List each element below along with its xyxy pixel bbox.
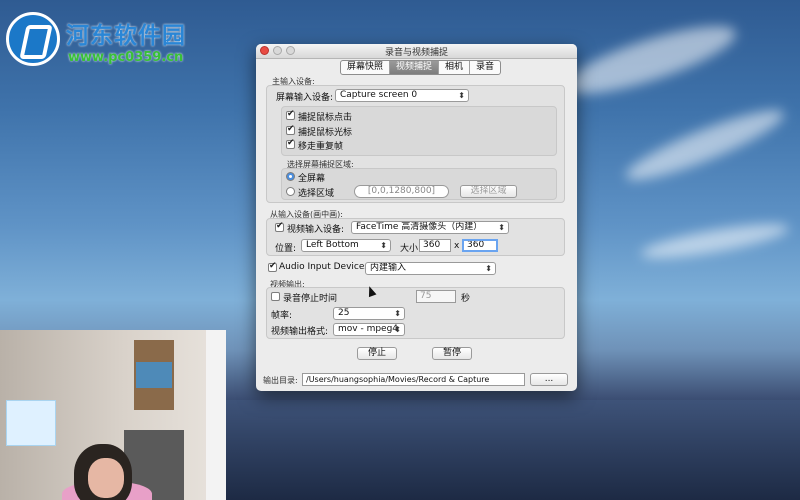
tab-audio[interactable]: 录音 bbox=[470, 61, 500, 74]
tab-screenshot[interactable]: 屏幕快照 bbox=[341, 61, 391, 74]
updown-arrow-icon: ⬍ bbox=[498, 223, 505, 232]
position-select[interactable]: Left Bottom ⬍ bbox=[301, 239, 391, 252]
cloud bbox=[639, 217, 791, 265]
tab-camera[interactable]: 相机 bbox=[439, 61, 471, 74]
area-coordinates-field[interactable]: [0,0,1280,800] bbox=[354, 185, 449, 198]
fps-select[interactable]: 25 ⬍ bbox=[333, 307, 405, 320]
capture-area-group: 全屏幕 选择区域 [0,0,1280,800] 选择区域 bbox=[281, 168, 557, 200]
capture-cursor-checkbox[interactable] bbox=[286, 124, 295, 135]
stop-button[interactable]: 停止 bbox=[357, 347, 397, 360]
audio-input-label: Audio Input Devices: bbox=[279, 262, 373, 272]
screen-device-select[interactable]: Capture screen 0 ⬍ bbox=[335, 89, 469, 102]
output-format-select[interactable]: mov - mpeg4 ⬍ bbox=[333, 323, 405, 336]
output-directory-field[interactable]: /Users/huangsophia/Movies/Record & Captu… bbox=[302, 373, 525, 386]
main-input-group: 屏幕输入设备: Capture screen 0⬍ 捕捉鼠标点击 捕捉鼠标光标 … bbox=[266, 85, 565, 203]
width-field[interactable]: 360 bbox=[419, 239, 451, 252]
updown-arrow-icon: ⬍ bbox=[394, 325, 401, 334]
capture-options-group: 捕捉鼠标点击 捕捉鼠标光标 移走重复帧 bbox=[281, 106, 557, 156]
tab-video-capture[interactable]: 视频捕捉 bbox=[390, 61, 440, 74]
select-area-button[interactable]: 选择区域 bbox=[460, 185, 517, 198]
times-sign: x bbox=[454, 241, 460, 251]
remove-duplicate-frames-label: 移走重复帧 bbox=[298, 142, 344, 152]
cloud bbox=[558, 13, 742, 107]
pause-button[interactable]: 暂停 bbox=[432, 347, 472, 360]
updown-arrow-icon: ⬍ bbox=[458, 91, 465, 100]
watermark-logo-icon bbox=[6, 12, 60, 66]
output-directory-label: 输出目录: bbox=[263, 376, 298, 385]
secondary-input-group: 视频输入设备: FaceTime 高清摄像头（内建）⬍ 位置: Left Bot… bbox=[266, 218, 565, 256]
video-device-label: 视频输入设备: bbox=[287, 225, 345, 235]
remove-duplicate-frames-checkbox[interactable] bbox=[286, 138, 295, 149]
stop-timer-checkbox[interactable] bbox=[271, 292, 280, 301]
fps-label: 帧率: bbox=[271, 311, 293, 321]
audio-input-select[interactable]: 内建输入 ⬍ bbox=[365, 262, 496, 275]
updown-arrow-icon: ⬍ bbox=[394, 309, 401, 318]
fullscreen-radio[interactable] bbox=[286, 172, 295, 181]
updown-arrow-icon: ⬍ bbox=[380, 241, 387, 250]
screen-device-label: 屏幕输入设备: bbox=[276, 93, 334, 103]
stop-timer-unit: 秒 bbox=[461, 294, 471, 304]
watermark: 河东软件园 www.pc0359.cn bbox=[6, 10, 226, 70]
title-bar[interactable]: 录音与视频捕捉 bbox=[256, 44, 577, 59]
watermark-url: www.pc0359.cn bbox=[68, 50, 184, 65]
capture-cursor-label: 捕捉鼠标光标 bbox=[298, 128, 353, 138]
select-area-radio[interactable] bbox=[286, 187, 295, 196]
stop-timer-field[interactable]: 75 bbox=[416, 290, 456, 303]
updown-arrow-icon: ⬍ bbox=[485, 264, 492, 273]
audio-input-checkbox[interactable] bbox=[268, 261, 277, 272]
window-title: 录音与视频捕捉 bbox=[384, 48, 448, 58]
select-area-label: 选择区域 bbox=[298, 189, 335, 199]
video-device-select[interactable]: FaceTime 高清摄像头（内建） ⬍ bbox=[351, 221, 509, 234]
capture-mouse-clicks-label: 捕捉鼠标点击 bbox=[298, 113, 353, 123]
height-field[interactable]: 360 bbox=[462, 239, 498, 252]
capture-window: 录音与视频捕捉 屏幕快照 视频捕捉 相机 录音 主输入设备: 屏幕输入设备: C… bbox=[256, 44, 577, 391]
size-label: 大小: bbox=[400, 244, 422, 254]
webcam-preview bbox=[0, 330, 226, 500]
output-format-label: 视频输出格式: bbox=[271, 327, 329, 337]
capture-mouse-clicks-checkbox[interactable] bbox=[286, 109, 295, 120]
fullscreen-label: 全屏幕 bbox=[298, 174, 326, 184]
tab-bar: 屏幕快照 视频捕捉 相机 录音 bbox=[340, 60, 502, 75]
video-output-group: 录音停止时间 75 秒 帧率: 25 ⬍ 视频输出格式: mov - mpeg4 ⬍ bbox=[266, 287, 565, 339]
browse-button[interactable]: ... bbox=[530, 373, 568, 386]
video-device-checkbox[interactable] bbox=[275, 221, 284, 232]
position-label: 位置: bbox=[275, 244, 297, 254]
watermark-name: 河东软件园 bbox=[66, 23, 186, 49]
stop-timer-label: 录音停止时间 bbox=[283, 294, 338, 304]
cloud bbox=[620, 99, 790, 191]
